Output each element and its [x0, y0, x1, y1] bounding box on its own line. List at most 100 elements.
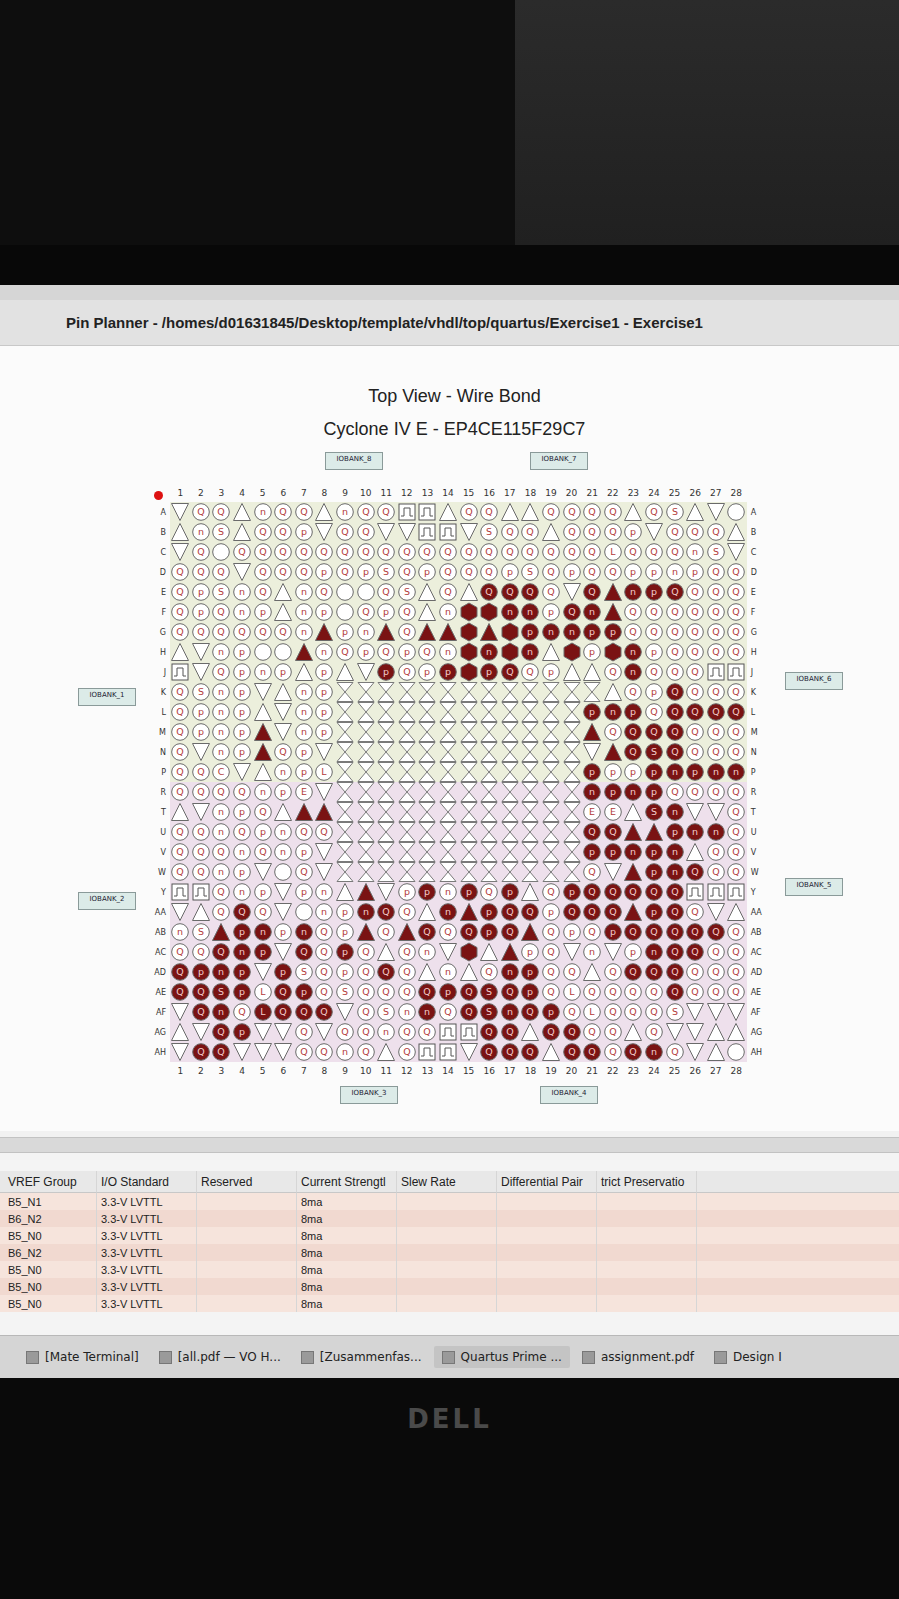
pin[interactable] [273, 882, 293, 902]
pin[interactable]: Q [541, 542, 561, 562]
pin[interactable]: Q [665, 702, 685, 722]
pin[interactable] [314, 522, 334, 542]
pin[interactable]: Q [603, 1042, 623, 1062]
pin[interactable] [459, 1022, 479, 1042]
pin[interactable]: n [479, 642, 499, 662]
pin[interactable]: S [665, 1002, 685, 1022]
pin[interactable]: p [314, 682, 334, 702]
pin[interactable]: Q [644, 882, 664, 902]
pin[interactable]: n [541, 622, 561, 642]
pin[interactable] [520, 682, 540, 702]
pin[interactable]: Q [685, 902, 705, 922]
pin[interactable] [438, 1042, 458, 1062]
pin[interactable] [417, 742, 437, 762]
pin[interactable] [520, 842, 540, 862]
pin[interactable] [335, 882, 355, 902]
pin[interactable] [459, 942, 479, 962]
pin[interactable]: Q [541, 562, 561, 582]
pin[interactable] [294, 802, 314, 822]
column-header[interactable]: Slew Rate [397, 1171, 497, 1193]
pin[interactable]: p [562, 882, 582, 902]
taskbar-item[interactable]: Design I [706, 1346, 790, 1368]
pin[interactable]: Q [644, 542, 664, 562]
pin[interactable] [459, 662, 479, 682]
pin[interactable]: n [582, 942, 602, 962]
pin[interactable] [459, 802, 479, 822]
pin[interactable] [479, 802, 499, 822]
pin[interactable] [479, 702, 499, 722]
pin[interactable]: n [644, 1042, 664, 1062]
pin[interactable]: p [294, 982, 314, 1002]
pin[interactable]: Q [335, 1022, 355, 1042]
pin[interactable]: n [294, 602, 314, 622]
pin[interactable]: Q [726, 582, 746, 602]
pin[interactable] [232, 522, 252, 542]
pin[interactable] [417, 502, 437, 522]
pin[interactable] [376, 882, 396, 902]
pin[interactable] [397, 782, 417, 802]
pin[interactable]: Q [603, 502, 623, 522]
pin[interactable]: Q [438, 582, 458, 602]
pin[interactable] [438, 522, 458, 542]
pin[interactable]: n [211, 822, 231, 842]
pin[interactable]: n [211, 862, 231, 882]
pin[interactable] [170, 542, 190, 562]
pin[interactable]: n [623, 782, 643, 802]
pin[interactable] [459, 1042, 479, 1062]
pin[interactable]: p [232, 1022, 252, 1042]
pin[interactable]: Q [479, 542, 499, 562]
pin[interactable] [417, 682, 437, 702]
pin[interactable] [191, 642, 211, 662]
pin[interactable]: p [603, 842, 623, 862]
pin[interactable]: S [479, 982, 499, 1002]
pin[interactable]: Q [273, 742, 293, 762]
pin[interactable]: S [191, 682, 211, 702]
pin[interactable] [232, 502, 252, 522]
pin[interactable] [706, 802, 726, 822]
pin[interactable] [541, 522, 561, 542]
pin[interactable]: p [191, 702, 211, 722]
pin[interactable]: p [253, 882, 273, 902]
pin[interactable] [685, 1002, 705, 1022]
table-row[interactable]: B5_N03.3-V LVTTL8ma [0, 1295, 899, 1312]
pin[interactable]: Q [397, 602, 417, 622]
pin[interactable]: Q [170, 942, 190, 962]
pin[interactable]: Q [582, 542, 602, 562]
pin[interactable] [562, 782, 582, 802]
pin[interactable]: Q [541, 962, 561, 982]
pin[interactable]: Q [335, 562, 355, 582]
pin[interactable]: n [253, 922, 273, 942]
pin[interactable]: n [253, 502, 273, 522]
pin[interactable] [726, 502, 746, 522]
pin[interactable]: Q [623, 962, 643, 982]
pin[interactable]: Q [582, 862, 602, 882]
pin[interactable]: Q [397, 562, 417, 582]
pin[interactable]: Q [294, 862, 314, 882]
pin[interactable] [170, 1042, 190, 1062]
pin[interactable] [273, 942, 293, 962]
pin[interactable]: Q [459, 1002, 479, 1022]
pin[interactable] [253, 642, 273, 662]
pin[interactable]: Q [191, 1002, 211, 1022]
pin[interactable]: L [562, 982, 582, 1002]
pin[interactable]: Q [520, 542, 540, 562]
pin[interactable] [500, 822, 520, 842]
pin[interactable]: n [562, 622, 582, 642]
pin[interactable]: p [623, 702, 643, 722]
pin[interactable]: Q [665, 942, 685, 962]
pin[interactable] [438, 822, 458, 842]
pin[interactable]: Q [665, 522, 685, 542]
pin[interactable]: Q [685, 982, 705, 1002]
pin[interactable]: Q [479, 582, 499, 602]
pin[interactable]: Q [170, 682, 190, 702]
pin[interactable]: Q [397, 982, 417, 1002]
pin[interactable] [500, 622, 520, 642]
pin[interactable]: Q [685, 742, 705, 762]
pin[interactable]: Q [479, 1022, 499, 1042]
pin[interactable]: p [479, 922, 499, 942]
pin[interactable]: Q [335, 642, 355, 662]
pin[interactable]: Q [500, 902, 520, 922]
pin[interactable]: Q [191, 502, 211, 522]
pin[interactable] [644, 522, 664, 542]
pin[interactable]: n [211, 682, 231, 702]
